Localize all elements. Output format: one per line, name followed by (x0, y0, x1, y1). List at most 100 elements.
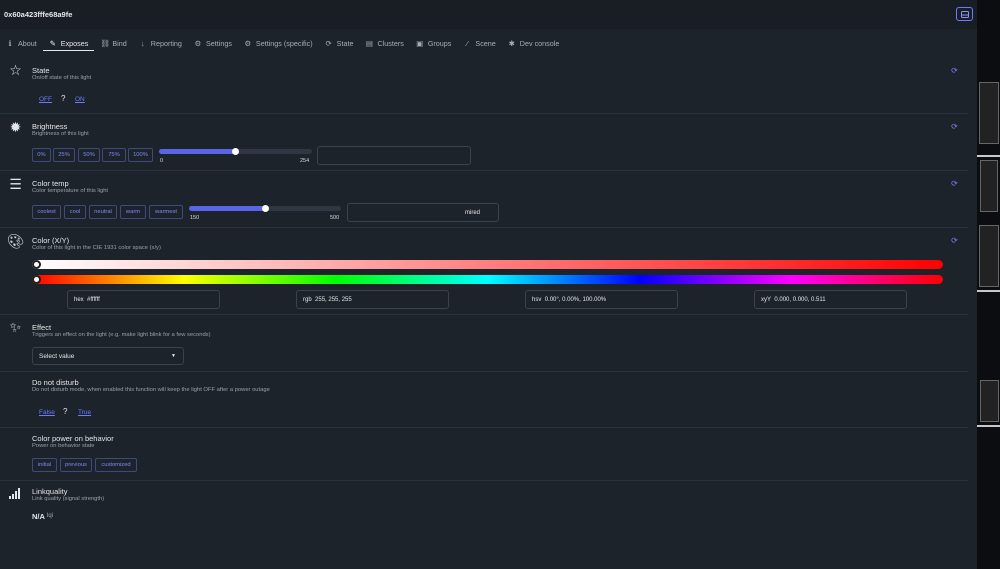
brightness-slider-fill (159, 149, 236, 154)
tab-dev-console[interactable]: ✱ Dev console (502, 36, 566, 51)
effect-name: Effect (32, 323, 52, 332)
tab-settings[interactable]: ⚙ Settings (188, 36, 238, 51)
rgb-input[interactable]: rgb 255, 255, 255 (296, 290, 449, 309)
color-temp-preset-button[interactable]: warm (120, 205, 146, 219)
brightness-desc: Brightness of this light (32, 131, 89, 137)
section-power-on-behavior: Color power on behavior Power on behavio… (0, 428, 968, 481)
hex-input[interactable]: hex #ffffff (67, 290, 220, 309)
linkquality-desc: Link quality (signal strength) (32, 496, 105, 502)
rgb-label: rgb (303, 296, 312, 303)
tray-icon (960, 10, 969, 18)
power-on-desc: Power on behavior state (32, 443, 95, 449)
clipboard-icon: ▤ (365, 39, 373, 48)
info-icon: ℹ (8, 39, 12, 48)
tab-bind[interactable]: ⛓ Bind (94, 36, 132, 51)
section-do-not-disturb: Do not disturb Do not disturb mode, when… (0, 372, 968, 428)
power-on-option-button[interactable]: customized (95, 458, 137, 472)
xyy-value: 0.000, 0.000, 0.511 (774, 296, 826, 303)
linkquality-value: N/A (32, 512, 45, 521)
magic-icon: ⁄ (466, 39, 469, 48)
brightness-max-label: 254 (300, 158, 310, 164)
device-title: 0x60a423fffe68a9fe (4, 10, 73, 19)
xyy-label: xyY (761, 296, 772, 303)
tab-reporting[interactable]: ↓ Reporting (133, 36, 188, 51)
state-name: State (32, 66, 50, 75)
tab-label: Scene (475, 39, 496, 48)
color-temp-preset-button[interactable]: warmest (149, 205, 183, 219)
saturation-slider-knob[interactable] (32, 260, 41, 269)
background-beam (977, 155, 1000, 157)
section-brightness: ✹ Brightness Brightness of this light ⟳ … (0, 114, 968, 171)
state-off-link[interactable]: OFF (39, 96, 52, 103)
dnd-name: Do not disturb (32, 378, 79, 387)
refresh-icon: ⟳ (951, 122, 958, 131)
dnd-desc: Do not disturb mode, when enabled this f… (32, 387, 270, 393)
brightness-preset-button[interactable]: 0% (32, 148, 51, 162)
effect-select[interactable]: Select value ▼ (32, 347, 184, 365)
header-bar: 0x60a423fffe68a9fe (0, 0, 977, 29)
sun-icon: ✹ (9, 119, 22, 135)
background-window (979, 82, 999, 144)
refresh-brightness-button[interactable]: ⟳ (949, 121, 960, 132)
xyy-input[interactable]: xyY 0.000, 0.000, 0.511 (754, 290, 907, 309)
color-temp-max-label: 500 (330, 215, 340, 221)
color-temp-preset-button[interactable]: cool (64, 205, 86, 219)
dnd-true-link[interactable]: True (78, 409, 91, 416)
tab-label: Reporting (150, 39, 182, 48)
section-color-temp: ☰ Color temp Color temperature of this l… (0, 171, 968, 228)
background-beam (977, 290, 1000, 292)
tab-state[interactable]: ⟳ State (319, 36, 360, 51)
tab-bar: ℹ About ✎ Exposes ⛓ Bind ↓ Reporting ⚙ Settin… (0, 36, 565, 51)
brightness-preset-button[interactable]: 100% (128, 148, 153, 162)
tab-label: Exposes (60, 38, 89, 48)
palette-icon: 🎨︎ (6, 233, 25, 249)
linkquality-name: Linkquality (32, 487, 68, 496)
brightness-slider[interactable] (159, 148, 312, 155)
tab-settings-specific[interactable]: ⚙ Settings (specific) (238, 36, 319, 51)
dnd-false-link[interactable]: False (39, 409, 55, 416)
background-beam (977, 425, 1000, 427)
effect-desc: Triggers an effect on the light (e.g. ma… (32, 332, 211, 338)
hsv-input[interactable]: hsv 0.00°, 0.00%, 100.00% (525, 290, 678, 309)
download-icon: ↓ (140, 39, 145, 48)
color-temp-slider[interactable] (189, 205, 341, 212)
hue-slider-knob[interactable] (32, 275, 41, 284)
refresh-color-button[interactable]: ⟳ (949, 235, 960, 246)
power-on-option-button[interactable]: initial (32, 458, 57, 472)
color-temp-unit: mired (464, 209, 480, 216)
linkquality-unit: lqi (47, 513, 54, 519)
refresh-color-temp-button[interactable]: ⟳ (949, 178, 960, 189)
state-on-link[interactable]: ON (75, 96, 85, 103)
brightness-slider-knob[interactable] (232, 148, 239, 155)
tab-scene[interactable]: ⁄ Scene (457, 36, 501, 51)
sliders-icon: ☰ (9, 176, 22, 192)
tray-button[interactable] (956, 7, 973, 21)
tab-clusters[interactable]: ▤ Clusters (359, 36, 409, 51)
brightness-name: Brightness (32, 122, 68, 131)
tab-label: Clusters (377, 39, 404, 48)
color-temp-preset-button[interactable]: coolest (32, 205, 61, 219)
sync-icon: ⟳ (325, 39, 332, 48)
brightness-input[interactable] (317, 146, 471, 165)
hsv-label: hsv (532, 296, 542, 303)
state-desc: On/off state of this light (32, 75, 92, 81)
refresh-icon: ⟳ (951, 179, 958, 188)
section-state: ☆ State On/off state of this light ⟳ OFF… (0, 58, 968, 114)
tab-about[interactable]: ℹ About (0, 36, 43, 51)
hue-slider[interactable] (32, 275, 943, 284)
brightness-preset-button[interactable]: 75% (102, 148, 126, 162)
magic-wand-icon: ✨︎ (9, 319, 22, 335)
brightness-preset-button[interactable]: 50% (78, 148, 100, 162)
refresh-state-button[interactable]: ⟳ (949, 65, 960, 76)
tab-label: Dev console (519, 39, 560, 48)
tab-exposes[interactable]: ✎ Exposes (42, 36, 95, 51)
saturation-slider[interactable] (32, 260, 943, 269)
brightness-preset-button[interactable]: 25% (53, 148, 75, 162)
color-temp-preset-button[interactable]: neutral (89, 205, 117, 219)
color-temp-slider-knob[interactable] (261, 205, 269, 212)
tab-groups[interactable]: ▣ Groups (410, 36, 458, 51)
power-on-option-button[interactable]: previous (60, 458, 92, 472)
color-temp-input[interactable]: mired (347, 203, 499, 222)
effect-select-value: Select value (39, 352, 75, 360)
tab-label: Settings (205, 39, 232, 48)
